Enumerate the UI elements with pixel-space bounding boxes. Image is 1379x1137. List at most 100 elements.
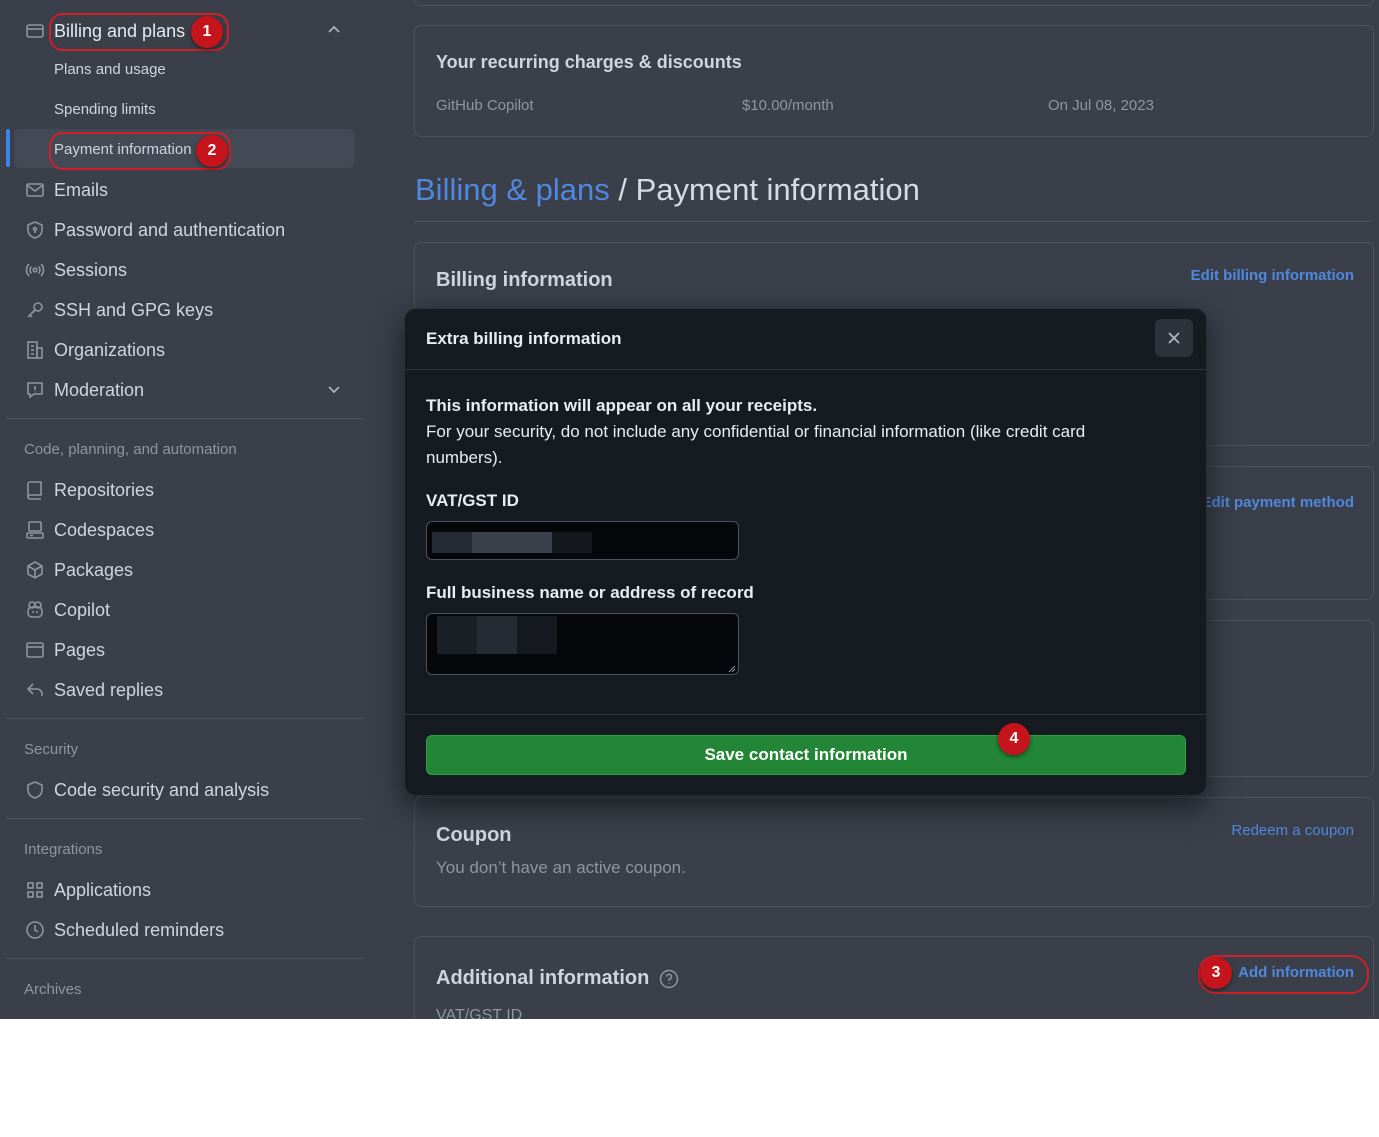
sidebar-item-label: Applications bbox=[54, 879, 152, 900]
recurring-charges-card: Your recurring charges & discounts GitHu… bbox=[414, 25, 1374, 137]
coupon-text: You don’t have an active coupon. bbox=[436, 858, 686, 877]
redacted-block bbox=[517, 616, 557, 654]
sidebar-subitem-plans-and-usage[interactable]: Plans and usage bbox=[54, 61, 166, 78]
sidebar-item-label: Sessions bbox=[54, 259, 128, 280]
business-name-label: Full business name or address of record bbox=[426, 583, 754, 602]
browser-icon bbox=[24, 639, 46, 661]
sidebar-item-label: Organizations bbox=[54, 339, 166, 360]
close-button[interactable] bbox=[1155, 319, 1193, 357]
sidebar-divider bbox=[6, 718, 364, 719]
sidebar-item-copilot[interactable]: Copilot bbox=[24, 592, 354, 628]
extra-billing-dialog: Extra billing information This informati… bbox=[404, 308, 1207, 796]
sidebar-section-title: Archives bbox=[24, 981, 82, 998]
sidebar-item-moderation[interactable]: Moderation bbox=[24, 372, 354, 408]
package-icon bbox=[24, 559, 46, 581]
breadcrumb-link[interactable]: Billing & plans bbox=[415, 172, 610, 207]
sidebar-item-password[interactable]: Password and authentication bbox=[24, 212, 354, 248]
business-name-textarea[interactable] bbox=[426, 613, 739, 675]
sidebar-item-label: Password and authentication bbox=[54, 219, 286, 240]
sidebar-divider bbox=[6, 958, 364, 959]
sidebar-item-codespaces[interactable]: Codespaces bbox=[24, 512, 354, 548]
sidebar-item-applications[interactable]: Applications bbox=[24, 872, 354, 908]
charge-product: GitHub Copilot bbox=[436, 97, 534, 114]
redacted-block bbox=[472, 532, 552, 553]
close-icon bbox=[1166, 330, 1182, 346]
sidebar-item-sessions[interactable]: Sessions bbox=[24, 252, 354, 288]
sidebar-divider bbox=[6, 418, 364, 419]
redeem-coupon-link[interactable]: Redeem a coupon bbox=[1231, 822, 1354, 839]
sidebar-item-label: Code security and analysis bbox=[54, 779, 270, 800]
vat-gst-label: VAT/GST ID bbox=[426, 491, 519, 510]
broadcast-icon bbox=[24, 259, 46, 281]
apps-icon bbox=[24, 879, 46, 901]
redacted-block bbox=[477, 616, 517, 654]
chevron-up-icon[interactable] bbox=[326, 22, 342, 38]
shield-lock-icon bbox=[24, 219, 46, 241]
sidebar-item-label: Codespaces bbox=[54, 519, 155, 540]
card-title: Additional information bbox=[436, 967, 679, 990]
sidebar-divider bbox=[6, 818, 364, 819]
selected-indicator bbox=[6, 129, 10, 167]
report-icon bbox=[24, 379, 46, 401]
edit-billing-information-link[interactable]: Edit billing information bbox=[1191, 267, 1354, 284]
sidebar-section-title: Integrations bbox=[24, 841, 103, 858]
dialog-footer-divider bbox=[405, 714, 1206, 715]
organization-icon bbox=[24, 339, 46, 361]
copilot-icon bbox=[24, 599, 46, 621]
vat-label: VAT/GST ID bbox=[436, 1007, 523, 1019]
annotation-badge-3: 3 bbox=[1200, 957, 1232, 989]
sidebar-item-repositories[interactable]: Repositories bbox=[24, 472, 354, 508]
app-window: Billing and plans 1 Plans and usage Spen… bbox=[0, 0, 1379, 1019]
title-divider bbox=[414, 221, 1372, 222]
sidebar-item-label: Copilot bbox=[54, 599, 111, 620]
dialog-title: Extra billing information bbox=[426, 329, 622, 348]
mail-icon bbox=[24, 179, 46, 201]
save-contact-information-button[interactable]: Save contact information bbox=[426, 735, 1186, 775]
sidebar-item-label: Repositories bbox=[54, 479, 155, 500]
sidebar-section-title: Code, planning, and automation bbox=[24, 441, 237, 458]
sidebar-item-saved-replies[interactable]: Saved replies bbox=[24, 672, 354, 708]
coupon-card: Coupon You don’t have an active coupon. … bbox=[414, 797, 1374, 907]
key-icon bbox=[24, 299, 46, 321]
intro-bold-text: This information will appear on all your… bbox=[426, 396, 818, 415]
annotation-badge-2: 2 bbox=[196, 135, 228, 167]
reply-icon bbox=[24, 679, 46, 701]
shield-icon bbox=[24, 779, 46, 801]
card-title: Billing information bbox=[436, 269, 613, 291]
sidebar-item-label: Moderation bbox=[54, 379, 145, 400]
annotation-badge-1: 1 bbox=[191, 16, 223, 48]
sidebar-item-emails[interactable]: Emails bbox=[24, 172, 354, 208]
charge-price: $10.00/month bbox=[742, 97, 834, 114]
sidebar-item-pages[interactable]: Pages bbox=[24, 632, 354, 668]
clock-icon bbox=[24, 919, 46, 941]
redacted-block bbox=[437, 616, 477, 654]
sidebar-item-label: Pages bbox=[54, 639, 106, 660]
sidebar-item-scheduled-reminders[interactable]: Scheduled reminders bbox=[24, 912, 354, 948]
annotation-badge-4: 4 bbox=[998, 723, 1030, 755]
question-icon[interactable] bbox=[659, 969, 679, 989]
breadcrumb-separator: / bbox=[618, 172, 627, 207]
resize-handle-icon[interactable] bbox=[728, 665, 736, 673]
redacted-block bbox=[432, 532, 472, 553]
intro-text: For your security, do not include any co… bbox=[426, 422, 1086, 467]
codespaces-icon bbox=[24, 519, 46, 541]
chevron-down-icon[interactable] bbox=[326, 381, 342, 397]
card-top-edge bbox=[414, 0, 1374, 6]
breadcrumb-current: Payment information bbox=[635, 172, 920, 207]
sidebar-item-label: Packages bbox=[54, 559, 134, 580]
card-title: Your recurring charges & discounts bbox=[436, 52, 742, 72]
sidebar-item-ssh-gpg-keys[interactable]: SSH and GPG keys bbox=[24, 292, 354, 328]
page-title: Billing & plans / Payment information bbox=[415, 172, 920, 208]
sidebar-subitem-spending-limits[interactable]: Spending limits bbox=[54, 101, 156, 118]
vat-gst-input[interactable] bbox=[426, 521, 739, 560]
credit-card-icon bbox=[24, 20, 46, 42]
charge-date: On Jul 08, 2023 bbox=[1048, 97, 1154, 114]
sidebar-item-code-security[interactable]: Code security and analysis bbox=[24, 772, 354, 808]
sidebar-section-title: Security bbox=[24, 741, 79, 758]
sidebar-item-packages[interactable]: Packages bbox=[24, 552, 354, 588]
edit-payment-method-link[interactable]: Edit payment method bbox=[1201, 494, 1354, 511]
sidebar-item-label: Saved replies bbox=[54, 679, 164, 700]
sidebar-item-organizations[interactable]: Organizations bbox=[24, 332, 354, 368]
dialog-intro: This information will appear on all your… bbox=[426, 393, 1146, 471]
redacted-block bbox=[552, 532, 592, 553]
